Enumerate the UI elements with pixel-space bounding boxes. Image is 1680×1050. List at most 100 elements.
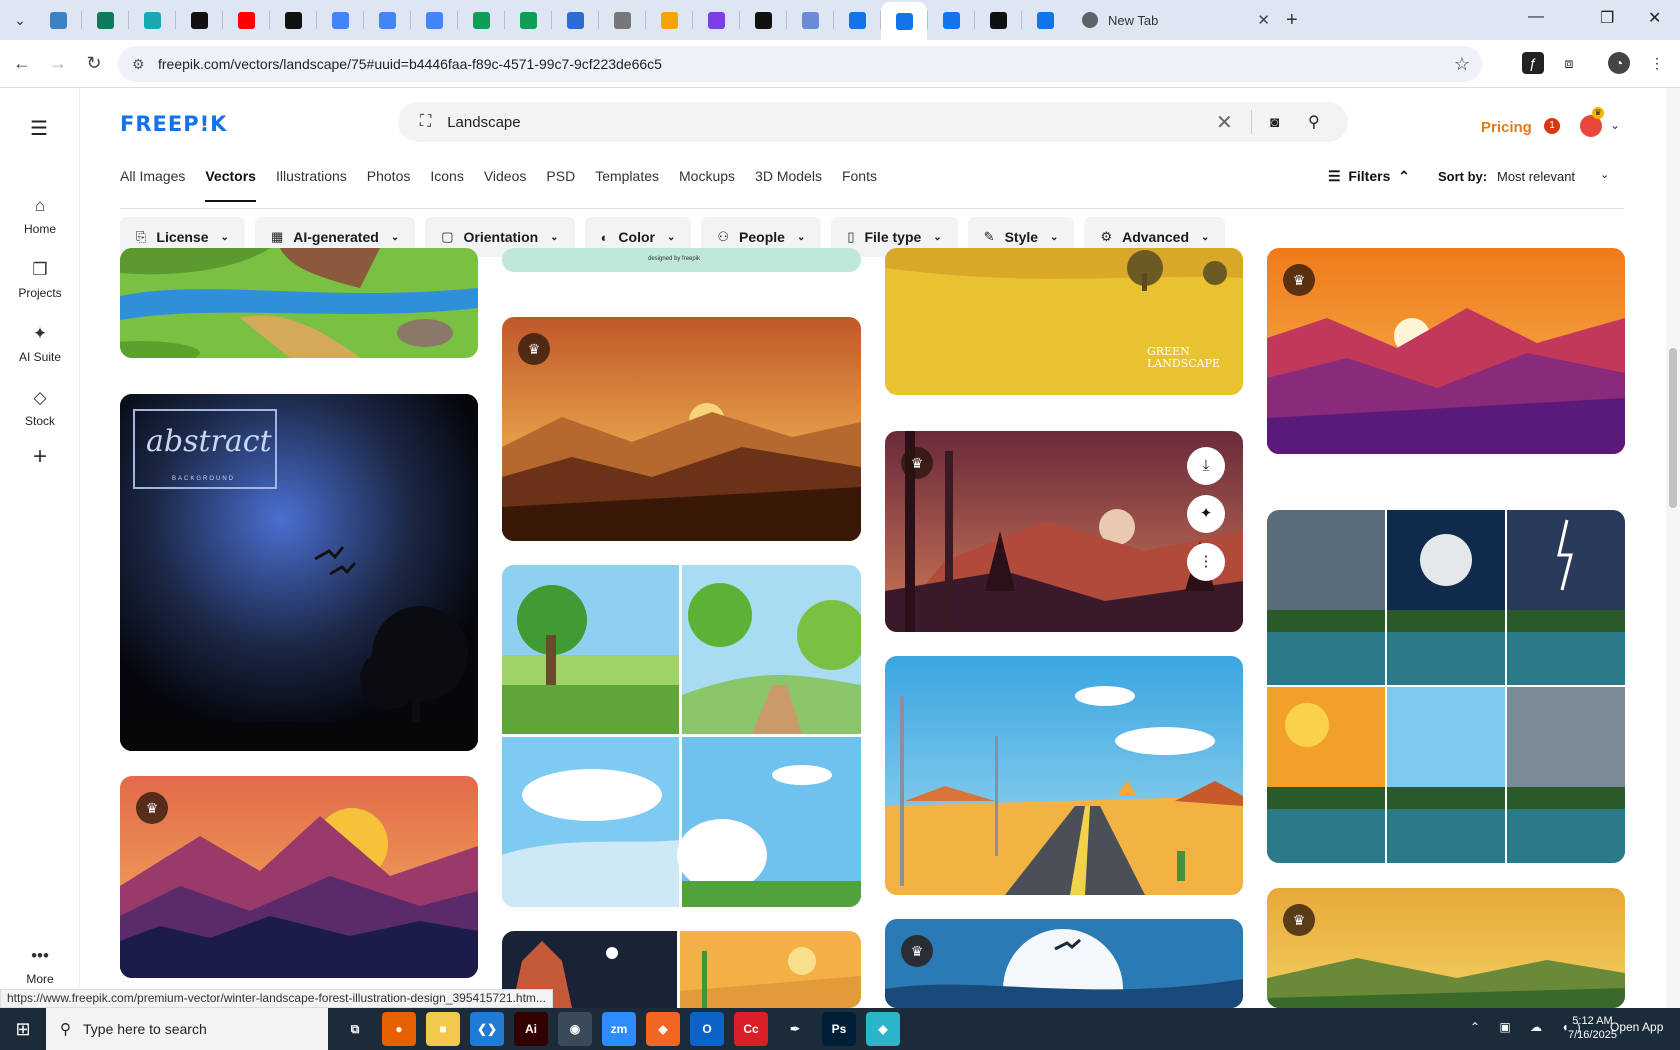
task-view-icon[interactable]: ⧉ <box>338 1012 372 1046</box>
page-scrollbar[interactable] <box>1666 88 1680 1008</box>
app-orange-icon[interactable]: ◈ <box>646 1012 680 1046</box>
rail-item-ai-suite[interactable]: ✦ AI Suite <box>0 324 80 364</box>
tab-templates[interactable]: Templates <box>595 168 659 198</box>
browser-tab[interactable] <box>599 3 645 37</box>
image-card[interactable]: designed by freepik <box>502 248 861 272</box>
image-card[interactable]: ♛ <box>120 776 478 978</box>
more-options-button[interactable]: ⋮ <box>1187 543 1225 581</box>
filters-button[interactable]: ☰ Filters ⌃ <box>1328 168 1410 185</box>
tab-illustrations[interactable]: Illustrations <box>276 168 347 198</box>
browser-tab[interactable] <box>834 3 880 37</box>
image-card[interactable]: ♛ <box>1267 888 1625 1008</box>
search-icon[interactable]: ⚲ <box>1308 112 1320 132</box>
rail-item-stock[interactable]: ◇ Stock <box>0 388 80 428</box>
pricing-link[interactable]: Pricing <box>1481 119 1532 136</box>
pen-icon[interactable]: ✒ <box>778 1012 812 1046</box>
restore-button[interactable]: ❐ <box>1600 8 1614 28</box>
browser-tab[interactable] <box>411 3 457 37</box>
image-card[interactable] <box>502 931 861 1008</box>
search-bar[interactable]: ⛶ Landscape ✕ ◙ ⚲ <box>398 102 1348 142</box>
rail-item-home[interactable]: ⌂ Home <box>0 196 80 236</box>
browser-tab[interactable] <box>1022 3 1068 37</box>
image-card[interactable] <box>120 248 478 358</box>
browser-tab[interactable] <box>740 3 786 37</box>
creative-cloud-icon[interactable]: Cc <box>734 1012 768 1046</box>
add-button[interactable]: + <box>27 445 53 472</box>
forward-button[interactable]: → <box>40 53 76 74</box>
browser-tab[interactable] <box>787 3 833 37</box>
browser-tab[interactable] <box>317 3 363 37</box>
image-card[interactable] <box>502 565 861 907</box>
hamburger-menu-icon[interactable]: ☰ <box>30 116 48 141</box>
explorer-icon[interactable]: ■ <box>426 1012 460 1046</box>
profile-avatar[interactable]: ◔ <box>1608 52 1630 74</box>
tab-new-tab[interactable]: New Tab ✕ <box>1068 3 1280 37</box>
browser-tab[interactable] <box>975 3 1021 37</box>
scrollbar-thumb[interactable] <box>1669 348 1677 508</box>
minimize-button[interactable]: — <box>1528 8 1544 26</box>
photoshop-icon[interactable]: Ps <box>822 1012 856 1046</box>
tab-icons[interactable]: Icons <box>430 168 463 198</box>
rail-item-more[interactable]: ••• More <box>0 946 80 986</box>
image-card[interactable] <box>1267 510 1625 863</box>
app-teal-icon[interactable]: ◆ <box>866 1012 900 1046</box>
tab-all-images[interactable]: All Images <box>120 168 185 198</box>
image-card[interactable]: ♛ <box>1267 248 1625 454</box>
freepik-logo[interactable]: FREEP!K <box>120 112 227 136</box>
browser-tab[interactable] <box>129 3 175 37</box>
close-tab-icon[interactable]: ✕ <box>1257 11 1270 29</box>
windows-start-icon[interactable]: ⊞ <box>0 1019 46 1040</box>
download-button[interactable]: ⤓ <box>1187 447 1225 485</box>
tab-psd[interactable]: PSD <box>546 168 575 198</box>
chevron-down-icon[interactable]: ⌄ <box>1610 118 1620 132</box>
browser-menu-icon[interactable]: ⋮ <box>1646 52 1668 74</box>
browser-tab[interactable] <box>458 3 504 37</box>
camera-search-icon[interactable]: ◙ <box>1270 114 1279 131</box>
ai-edit-button[interactable]: ✦ <box>1187 495 1225 533</box>
browser-tab[interactable] <box>552 3 598 37</box>
image-card[interactable]: ♛ <box>885 919 1243 1008</box>
site-info-icon[interactable]: ⚙ <box>132 56 148 73</box>
image-card[interactable]: ♛ <box>502 317 861 541</box>
browser-tab[interactable] <box>176 3 222 37</box>
image-card[interactable]: GREEN LANDSCAPE <box>885 248 1243 395</box>
chevron-down-icon[interactable]: ⌄ <box>1600 168 1609 181</box>
browser-tab[interactable] <box>505 3 551 37</box>
extensions-puzzle-icon[interactable]: ⧈ <box>1558 52 1580 74</box>
outlook-icon[interactable]: O <box>690 1012 724 1046</box>
search-type-icon[interactable]: ⛶ <box>420 113 431 131</box>
clear-search-icon[interactable]: ✕ <box>1216 110 1233 135</box>
image-card[interactable]: abstract BACKGROUND <box>120 394 478 751</box>
bookmark-star-icon[interactable]: ☆ <box>1454 54 1470 75</box>
browser-tab[interactable] <box>82 3 128 37</box>
vscode-icon[interactable]: ❮❯ <box>470 1012 504 1046</box>
extension-f-icon[interactable]: ƒ <box>1522 52 1544 74</box>
tab-vectors[interactable]: Vectors <box>205 168 256 202</box>
image-card[interactable]: ♛ ⤓ ✦ ⋮ <box>885 431 1243 632</box>
open-app-label[interactable]: Open App <box>1610 1020 1663 1034</box>
tab-photos[interactable]: Photos <box>367 168 411 198</box>
search-input[interactable]: Landscape <box>447 114 520 131</box>
browser-tab[interactable] <box>364 3 410 37</box>
notification-badge[interactable]: 1 <box>1544 118 1560 134</box>
browser-tab[interactable] <box>270 3 316 37</box>
back-button[interactable]: ← <box>4 53 40 74</box>
tab-search-button[interactable]: ⌄ <box>5 5 35 35</box>
close-window-button[interactable]: ✕ <box>1648 8 1661 28</box>
tab-3d-models[interactable]: 3D Models <box>755 168 822 198</box>
tab-mockups[interactable]: Mockups <box>679 168 735 198</box>
browser-tab[interactable] <box>928 3 974 37</box>
browser-tab[interactable] <box>646 3 692 37</box>
rail-item-projects[interactable]: ❒ Projects <box>0 260 80 300</box>
zoom-icon[interactable]: zm <box>602 1012 636 1046</box>
firefox-icon[interactable]: ● <box>382 1012 416 1046</box>
browser-tab[interactable] <box>223 3 269 37</box>
tab-fonts[interactable]: Fonts <box>842 168 877 198</box>
browser-tab[interactable] <box>35 3 81 37</box>
url-bar[interactable]: ⚙ freepik.com/vectors/landscape/75#uuid=… <box>118 46 1482 82</box>
reload-button[interactable]: ↻ <box>76 53 112 74</box>
image-card[interactable] <box>885 656 1243 895</box>
tab-videos[interactable]: Videos <box>484 168 527 198</box>
user-avatar[interactable]: ♛ <box>1580 107 1604 137</box>
browser-tab[interactable] <box>881 2 927 40</box>
